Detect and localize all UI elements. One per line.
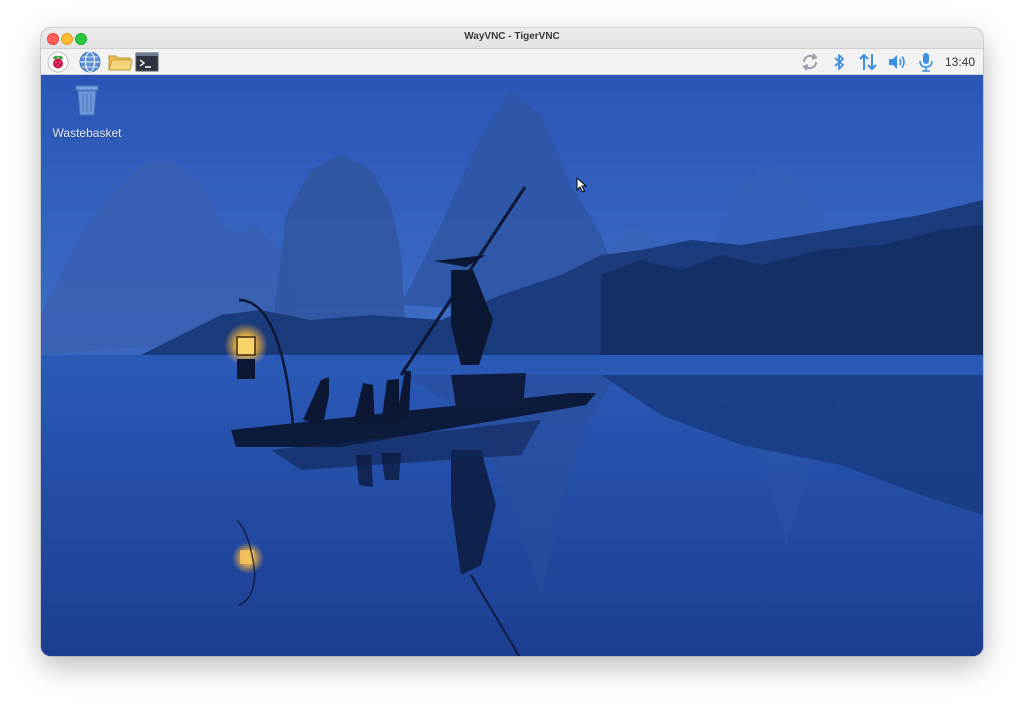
bluetooth-icon[interactable] [828,51,850,73]
network-icon[interactable] [857,51,879,73]
window-title: WayVNC - TigerVNC [464,31,560,42]
volume-icon[interactable] [886,51,908,73]
terminal-icon[interactable] [135,51,159,73]
file-manager-icon[interactable] [107,51,133,73]
title-bar[interactable]: WayVNC - TigerVNC [41,28,983,49]
taskbar-clock[interactable]: 13:40 [945,55,975,69]
sync-icon[interactable] [799,51,821,73]
wallpaper-image [41,75,983,656]
vnc-window: WayVNC - TigerVNC 13:40 Wastebasket [41,28,983,656]
microphone-icon[interactable] [915,51,937,73]
desktop-taskbar: 13:40 [41,49,983,75]
raspberry-pi-menu-icon[interactable] [47,51,69,73]
web-browser-icon[interactable] [79,51,101,73]
desktop-icon-wastebasket[interactable]: Wastebasket [49,83,125,140]
mouse-pointer-icon [576,176,588,198]
desktop-icon-label: Wastebasket [52,126,122,140]
desktop-area[interactable]: Wastebasket [41,75,983,656]
wastebasket-icon [69,85,105,123]
